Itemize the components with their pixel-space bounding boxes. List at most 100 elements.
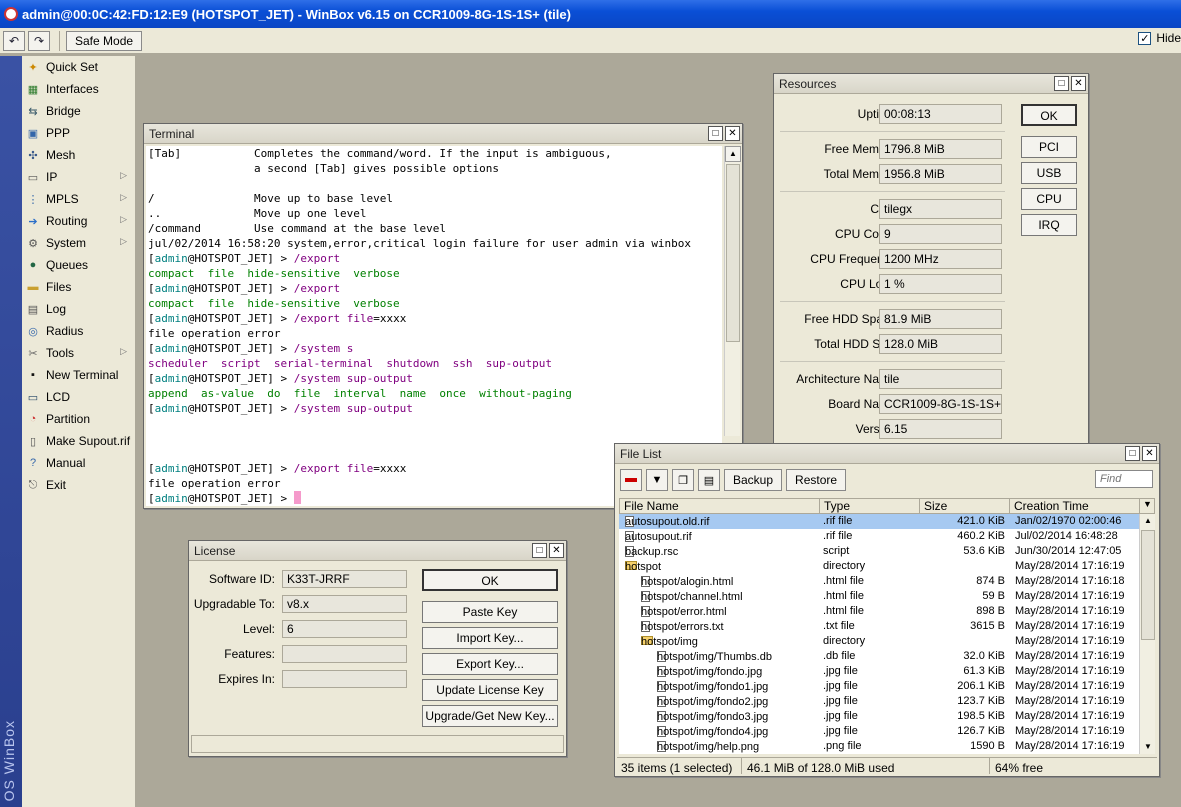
close-button[interactable]: ✕ xyxy=(549,543,564,558)
column-header-type[interactable]: Type xyxy=(820,499,920,514)
resources-pci-button[interactable]: PCI xyxy=(1021,136,1077,158)
table-row[interactable]: hotspot/img/fondo2.jpg .jpg file 123.7 KiB… xyxy=(619,694,1139,709)
sidebar-item-interfaces[interactable]: ▦ Interfaces xyxy=(22,78,135,100)
column-header-size[interactable]: Size xyxy=(920,499,1010,514)
table-row[interactable]: hotspot/error.html .html file 898 B May/28/… xyxy=(619,604,1139,619)
resources-cpu-button[interactable]: CPU xyxy=(1021,188,1077,210)
license-window[interactable]: License □ ✕ Software ID: K33T-JRRF Upgradab… xyxy=(188,540,567,757)
table-row[interactable]: hotspot/img/fondo4.jpg .jpg file 126.7 KiB… xyxy=(619,724,1139,739)
sidebar-item-log[interactable]: ▤ Log xyxy=(22,298,135,320)
network-card-icon: ▦ xyxy=(27,83,39,96)
close-button[interactable]: ✕ xyxy=(725,126,740,141)
close-button[interactable]: ✕ xyxy=(1071,76,1086,91)
table-row[interactable]: hotspot/img/fondo3.jpg .jpg file 198.5 KiB… xyxy=(619,709,1139,724)
resources-ok-button[interactable]: OK xyxy=(1021,104,1077,126)
sidebar-item-tools[interactable]: ✂ Tools ▷ xyxy=(22,342,135,364)
winbox-side-strip: OS WinBox xyxy=(0,56,22,807)
scroll-thumb[interactable] xyxy=(726,164,740,342)
table-row[interactable]: hotspot/errors.txt .txt file 3615 B May/28/… xyxy=(619,619,1139,634)
table-row[interactable]: autosupout.old.rif .rif file 421.0 KiB Jan/… xyxy=(619,514,1139,529)
table-row[interactable]: hotspot/channel.html .html file 59 B May/28… xyxy=(619,589,1139,604)
maximize-button[interactable]: □ xyxy=(532,543,547,558)
license-title-bar[interactable]: License □ ✕ xyxy=(189,541,566,561)
hide-passwords-toggle[interactable]: ✓ Hide xyxy=(1138,31,1181,45)
close-button[interactable]: ✕ xyxy=(1142,446,1157,461)
column-header-creation-time[interactable]: Creation Time xyxy=(1010,499,1140,514)
resource-value: 1 % xyxy=(879,274,1002,294)
sidebar-item-files[interactable]: ▬ Files xyxy=(22,276,135,298)
maximize-button[interactable]: □ xyxy=(1054,76,1069,91)
copy-button[interactable]: ❐ xyxy=(672,469,694,491)
sidebar-item-system[interactable]: ⚙ System ▷ xyxy=(22,232,135,254)
license-import-key-button[interactable]: Import Key... xyxy=(422,627,558,649)
sidebar-item-manual[interactable]: ? Manual xyxy=(22,452,135,474)
file-list-window[interactable]: File List □✕ ▼ ❐ ▤ Backup Restore File N… xyxy=(614,443,1160,777)
file-list-title-bar[interactable]: File List □ ✕ xyxy=(615,444,1159,464)
scroll-up-icon[interactable]: ▲ xyxy=(725,146,741,162)
gear-icon: ⚙ xyxy=(28,237,38,250)
sidebar-item-partition[interactable]: ◔ Partition xyxy=(22,408,135,430)
redo-button[interactable]: ↷ xyxy=(28,30,50,51)
scroll-up-icon[interactable]: ▲ xyxy=(1140,514,1156,528)
terminal-text: [ xyxy=(148,462,155,475)
file-creation-time: May/28/2014 17:16:19 xyxy=(1015,590,1125,602)
table-row[interactable]: backup.rsc script 53.6 KiB Jun/30/2014 12:4… xyxy=(619,544,1139,559)
column-header-name[interactable]: File Name xyxy=(620,499,820,514)
safe-mode-button[interactable]: Safe Mode xyxy=(66,30,143,51)
resources-usb-button[interactable]: USB xyxy=(1021,162,1077,184)
sidebar-item-make-supout-rif[interactable]: ▯ Make Supout.rif xyxy=(22,430,135,452)
hide-checkbox[interactable]: ✓ xyxy=(1138,31,1152,45)
file-size: 206.1 KiB xyxy=(957,680,1005,692)
resources-window[interactable]: Resources □✕ Uptime:00:08:13 Free Memory:… xyxy=(773,73,1089,473)
file-list-scrollbar[interactable]: ▲ ▼ xyxy=(1139,514,1155,754)
remove-button[interactable] xyxy=(620,469,642,491)
sidebar-item-radius[interactable]: ◎ Radius xyxy=(22,320,135,342)
resources-irq-button[interactable]: IRQ xyxy=(1021,214,1077,236)
sidebar-item-queues[interactable]: ● Queues xyxy=(22,254,135,276)
scroll-thumb[interactable] xyxy=(1141,530,1155,640)
table-row[interactable]: hotspot/img/fondo1.jpg .jpg file 206.1 KiB… xyxy=(619,679,1139,694)
sidebar-item-bridge[interactable]: ⇆ Bridge xyxy=(22,100,135,122)
column-menu-icon[interactable]: ▼ xyxy=(1140,499,1156,514)
table-row[interactable]: hotspot/alogin.html .html file 874 B May/28… xyxy=(619,574,1139,589)
maximize-button[interactable]: □ xyxy=(708,126,723,141)
sidebar-item-quick-set[interactable]: ✦ Quick Set xyxy=(22,56,135,78)
undo-button[interactable]: ↶ xyxy=(3,30,25,51)
sidebar-item-routing[interactable]: ➔ Routing ▷ xyxy=(22,210,135,232)
table-row[interactable]: hotspot/img/fondo.jpg .jpg file 61.3 KiB Ma… xyxy=(619,664,1139,679)
filter-button[interactable]: ▼ xyxy=(646,469,668,491)
license-paste-key-button[interactable]: Paste Key xyxy=(422,601,558,623)
resources-title-bar[interactable]: Resources □ ✕ xyxy=(774,74,1088,94)
license-update-license-key-button[interactable]: Update License Key xyxy=(422,679,558,701)
license-upgrade-get-new-key-button[interactable]: Upgrade/Get New Key... xyxy=(422,705,558,727)
maximize-button[interactable]: □ xyxy=(1125,446,1140,461)
terminal-text: [ xyxy=(148,342,155,355)
sidebar-item-mpls[interactable]: ⋮ MPLS ▷ xyxy=(22,188,135,210)
table-row[interactable]: autosupout.rif .rif file 460.2 KiB Jul/02/2… xyxy=(619,529,1139,544)
find-input[interactable] xyxy=(1095,470,1153,488)
sidebar-item-new-terminal[interactable]: ▪ New Terminal xyxy=(22,364,135,386)
terminal-text: [ xyxy=(148,252,155,265)
paste-button[interactable]: ▤ xyxy=(698,469,720,491)
table-row[interactable]: hotspot/img/help.png .png file 1590 B May/2… xyxy=(619,739,1139,754)
license-ok-button[interactable]: OK xyxy=(422,569,558,591)
terminal-text: =xxxx xyxy=(373,312,407,325)
restore-button[interactable]: Restore xyxy=(786,469,847,491)
license-export-key-button[interactable]: Export Key... xyxy=(422,653,558,675)
scroll-down-icon[interactable]: ▼ xyxy=(1140,740,1156,754)
terminal-text: /export xyxy=(293,312,341,325)
table-row[interactable]: hotspot directory May/28/2014 17:16:19 xyxy=(619,559,1139,574)
terminal-scrollbar[interactable]: ▲ xyxy=(724,146,741,436)
backup-button[interactable]: Backup xyxy=(724,469,783,491)
sidebar-item-exit[interactable]: ⎋ Exit xyxy=(22,474,135,496)
sidebar-item-lcd[interactable]: ▭ LCD xyxy=(22,386,135,408)
table-row[interactable]: hotspot/img/Thumbs.db .db file 32.0 KiB May… xyxy=(619,649,1139,664)
sidebar-item-label: IP xyxy=(46,170,58,184)
sidebar-item-ip[interactable]: ▭ IP ▷ xyxy=(22,166,135,188)
paste-icon: ▤ xyxy=(703,474,715,487)
sidebar-item-ppp[interactable]: ▣ PPP xyxy=(22,122,135,144)
terminal-title-bar[interactable]: Terminal □ ✕ xyxy=(144,124,742,144)
table-row[interactable]: hotspot/img directory May/28/2014 17:16:19 xyxy=(619,634,1139,649)
sidebar-item-label: Bridge xyxy=(46,104,81,118)
sidebar-item-mesh[interactable]: ✣ Mesh xyxy=(22,144,135,166)
